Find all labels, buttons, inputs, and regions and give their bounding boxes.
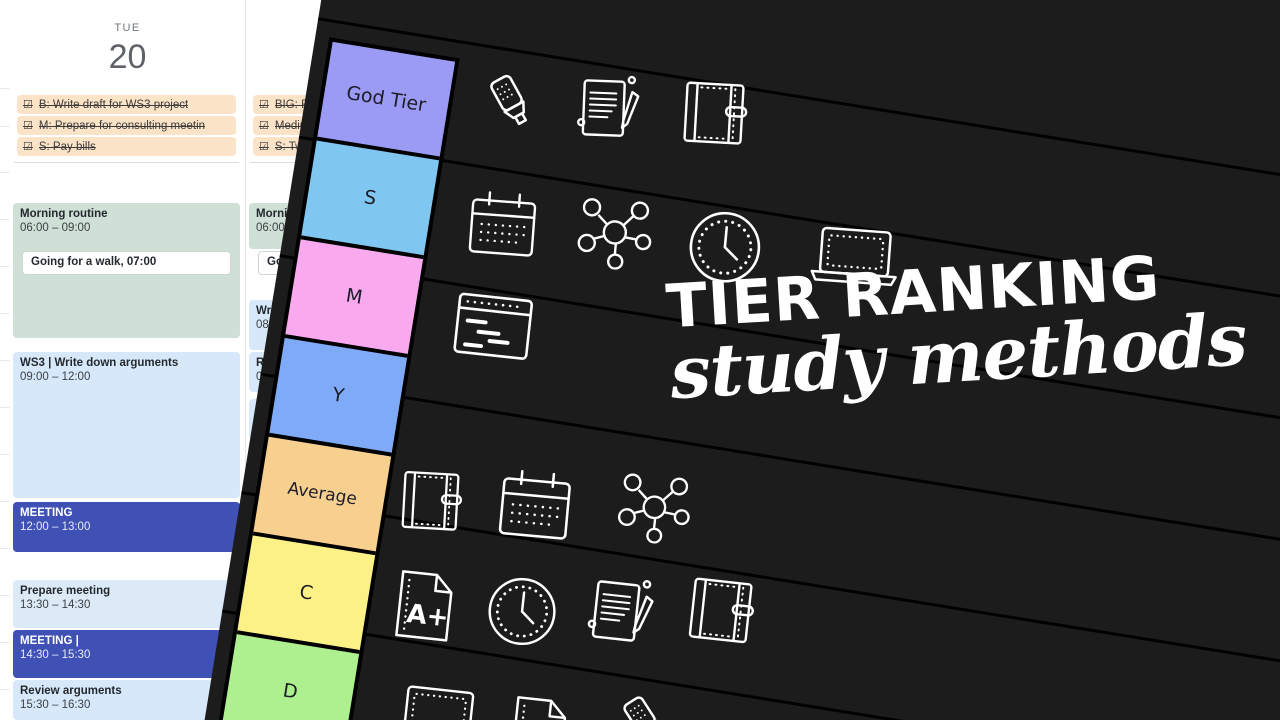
tier-label: Average: [286, 478, 359, 510]
tier-label: God Tier: [344, 81, 428, 117]
svg-text:A+: A+: [405, 599, 450, 633]
tier-label: M: [344, 284, 365, 309]
tier-row-s[interactable]: S: [300, 140, 440, 260]
tier-row-average[interactable]: Average: [252, 436, 392, 556]
notebook-pen-icon: [584, 570, 666, 652]
task-item[interactable]: ☑ S: Pay bills: [17, 137, 236, 156]
event-title: Morning routine: [20, 208, 108, 220]
tier-row-god-tier[interactable]: God Tier: [316, 41, 456, 161]
highlighter-icon: [602, 681, 685, 720]
check-circle-icon: ☑: [259, 141, 269, 153]
event-title: MEETING |: [20, 635, 79, 647]
check-circle-icon: ☑: [259, 99, 269, 111]
event-title: Review arguments: [20, 685, 122, 697]
tier-label: C: [297, 580, 315, 605]
all-day-task-list: ☑ B: Write draft for WS3 project ☑ M: Pr…: [14, 90, 239, 163]
event-title: Going for a walk, 07:00: [31, 256, 157, 268]
calendar-event[interactable]: MEETING 12:00 – 13:00: [13, 502, 240, 552]
event-title: MEETING: [20, 507, 73, 519]
calendar-event[interactable]: Prepare meeting 13:30 – 14:30: [13, 580, 240, 628]
notebook-pen-icon: [574, 70, 649, 145]
event-title: WS3 | Write down arguments: [20, 357, 179, 369]
task-label: M: Prepare for consulting meetin: [38, 119, 206, 132]
day-of-week-label: TUE: [114, 22, 141, 34]
calendar-icon: [463, 187, 544, 262]
mindmap-icon: [573, 192, 657, 273]
check-circle-icon: ☑: [259, 120, 269, 132]
tier-row-y[interactable]: Y: [268, 338, 408, 457]
screenshot-root: TUE 20 ☑ B: Write draft for WS3 project …: [0, 0, 1280, 720]
task-item[interactable]: ☑ B: Write draft for WS3 project: [17, 95, 236, 114]
tier-label: D: [281, 679, 300, 704]
event-time: 14:30 – 15:30: [20, 649, 91, 661]
calendar-column-tue[interactable]: TUE 20 ☑ B: Write draft for WS3 project …: [10, 0, 246, 720]
calendar-time-gutter: [0, 0, 10, 720]
mindmap-icon: [613, 467, 696, 547]
calendar-event[interactable]: MEETING | 14:30 – 15:30: [13, 630, 240, 678]
clock-icon: [480, 570, 564, 654]
check-circle-icon: ☑: [23, 120, 33, 132]
task-item[interactable]: ☑ M: Prepare for consulting meetin: [17, 116, 236, 135]
day-number: 20: [108, 38, 147, 76]
event-time: 06:00 – 09:00: [20, 222, 91, 234]
grade-a-plus-icon: A: [503, 691, 575, 720]
calendar-day-header: TUE 20: [10, 0, 245, 88]
calendar-event[interactable]: Going for a walk, 07:00: [22, 251, 231, 275]
grade-a-plus-icon: A+: [388, 565, 462, 648]
event-time: 09:00 – 12:00: [20, 371, 91, 383]
task-label: B: Write draft for WS3 project: [38, 98, 189, 111]
tier-row-m[interactable]: M: [284, 239, 424, 358]
event-time: 13:30 – 14:30: [20, 599, 91, 611]
event-time: 12:00 – 13:00: [20, 521, 91, 533]
presentation-icon: [447, 287, 540, 368]
event-title: Prepare meeting: [20, 585, 111, 597]
planner-icon: [683, 572, 765, 654]
tier-label: S: [362, 186, 378, 210]
tier-label: Y: [330, 383, 346, 408]
event-time: 15:30 – 16:30: [20, 699, 91, 711]
highlighter-icon: [468, 60, 552, 144]
check-circle-icon: ☑: [23, 141, 33, 153]
tier-row-c[interactable]: C: [236, 535, 376, 655]
check-circle-icon: ☑: [23, 99, 33, 111]
laptop-icon: [391, 679, 485, 720]
calendar-event[interactable]: WS3 | Write down arguments 09:00 – 12:00: [13, 352, 240, 498]
task-label: S: Pay bills: [38, 140, 96, 153]
